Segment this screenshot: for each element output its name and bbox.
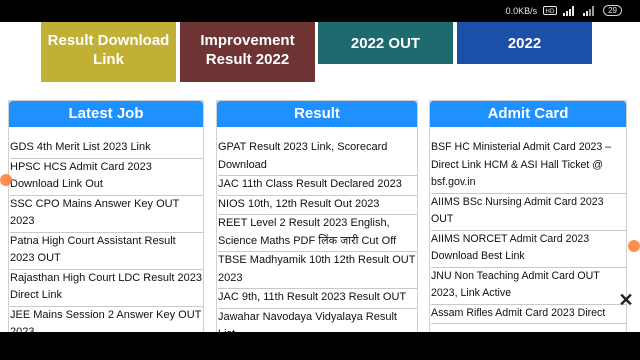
result-header: Result: [217, 101, 417, 127]
latest-job-header: Latest Job: [9, 101, 203, 127]
web-page: Result Download Link Improvement Result …: [0, 22, 640, 332]
admit-card-panel: Admit Card BSF HC Ministerial Admit Card…: [429, 100, 627, 332]
list-item[interactable]: GPAT Result 2023 Link, Scorecard Downloa…: [218, 139, 417, 176]
list-item[interactable]: Patna High Court Assistant Result 2023 O…: [10, 233, 203, 270]
tile-2022-out[interactable]: 2022 OUT: [318, 22, 453, 64]
tile-line: 2022 OUT: [350, 35, 421, 52]
list-item[interactable]: JAC 11th Class Result Declared 2023: [218, 176, 417, 196]
list-item[interactable]: NIOS 10th, 12th Result Out 2023: [218, 196, 417, 215]
list-item[interactable]: REET Level 2 Result 2023 English, Scienc…: [218, 215, 417, 252]
admit-card-list: BSF HC Ministerial Admit Card 2023 – Dir…: [430, 127, 626, 324]
list-item[interactable]: BSF HC Ministerial Admit Card 2023 – Dir…: [431, 139, 626, 194]
status-bar: 0.0KB/s HD 29: [0, 0, 640, 22]
floating-handle-right[interactable]: [628, 240, 640, 252]
tile-line: Result Download: [47, 32, 170, 49]
list-item[interactable]: TBSE Madhyamik 10th 12th Result OUT 2023: [218, 252, 417, 289]
tile-result-download[interactable]: Result Download Link: [41, 22, 176, 82]
result-list: GPAT Result 2023 Link, Scorecard Downloa…: [217, 127, 417, 332]
list-item[interactable]: Rajasthan High Court LDC Result 2023 Dir…: [10, 270, 203, 307]
svg-text:HD: HD: [546, 8, 556, 15]
network-speed: 0.0KB/s: [505, 5, 538, 16]
list-item[interactable]: JEE Mains Session 2 Answer Key OUT 2023: [10, 307, 203, 333]
status-indicators: 0.0KB/s HD 29: [506, 5, 622, 16]
list-item[interactable]: AIIMS BSc Nursing Admit Card 2023 OUT: [431, 194, 626, 231]
admit-card-header: Admit Card: [430, 101, 626, 127]
tile-line: Link: [93, 51, 124, 68]
latest-job-panel: Latest Job GDS 4th Merit List 2023 Link …: [8, 100, 204, 332]
list-item[interactable]: Jawahar Navodaya Vidyalaya Result List: [218, 309, 417, 333]
tile-line: Improvement: [200, 32, 295, 49]
list-item[interactable]: AIIMS NORCET Admit Card 2023 Download Be…: [431, 231, 626, 268]
tile-improvement-result[interactable]: Improvement Result 2022: [180, 22, 315, 82]
close-icon[interactable]: ✕: [618, 291, 634, 309]
tile-2022[interactable]: 2022: [457, 22, 592, 64]
category-tiles: Result Download Link Improvement Result …: [0, 22, 640, 86]
tile-line: Result 2022: [205, 51, 290, 68]
list-item[interactable]: JAC 9th, 11th Result 2023 Result OUT: [218, 289, 417, 309]
list-item[interactable]: HPSC HCS Admit Card 2023 Download Link O…: [10, 159, 203, 196]
list-item[interactable]: SSC CPO Mains Answer Key OUT 2023: [10, 196, 203, 233]
navigation-bar: [0, 332, 640, 360]
list-item[interactable]: JNU Non Teaching Admit Card OUT 2023, Li…: [431, 268, 626, 305]
floating-handle-left[interactable]: [0, 174, 12, 186]
tile-line: 2022: [507, 35, 542, 52]
latest-job-list: GDS 4th Merit List 2023 Link HPSC HCS Ad…: [9, 127, 203, 332]
list-item[interactable]: GDS 4th Merit List 2023 Link: [10, 139, 203, 159]
list-item[interactable]: Assam Rifles Admit Card 2023 Direct: [431, 305, 626, 324]
volte-icon: HD: [543, 6, 558, 15]
signal-icon-2: [583, 5, 597, 16]
signal-icon: [563, 5, 577, 16]
result-panel: Result GPAT Result 2023 Link, Scorecard …: [216, 100, 418, 332]
battery-icon: 29: [603, 5, 622, 16]
